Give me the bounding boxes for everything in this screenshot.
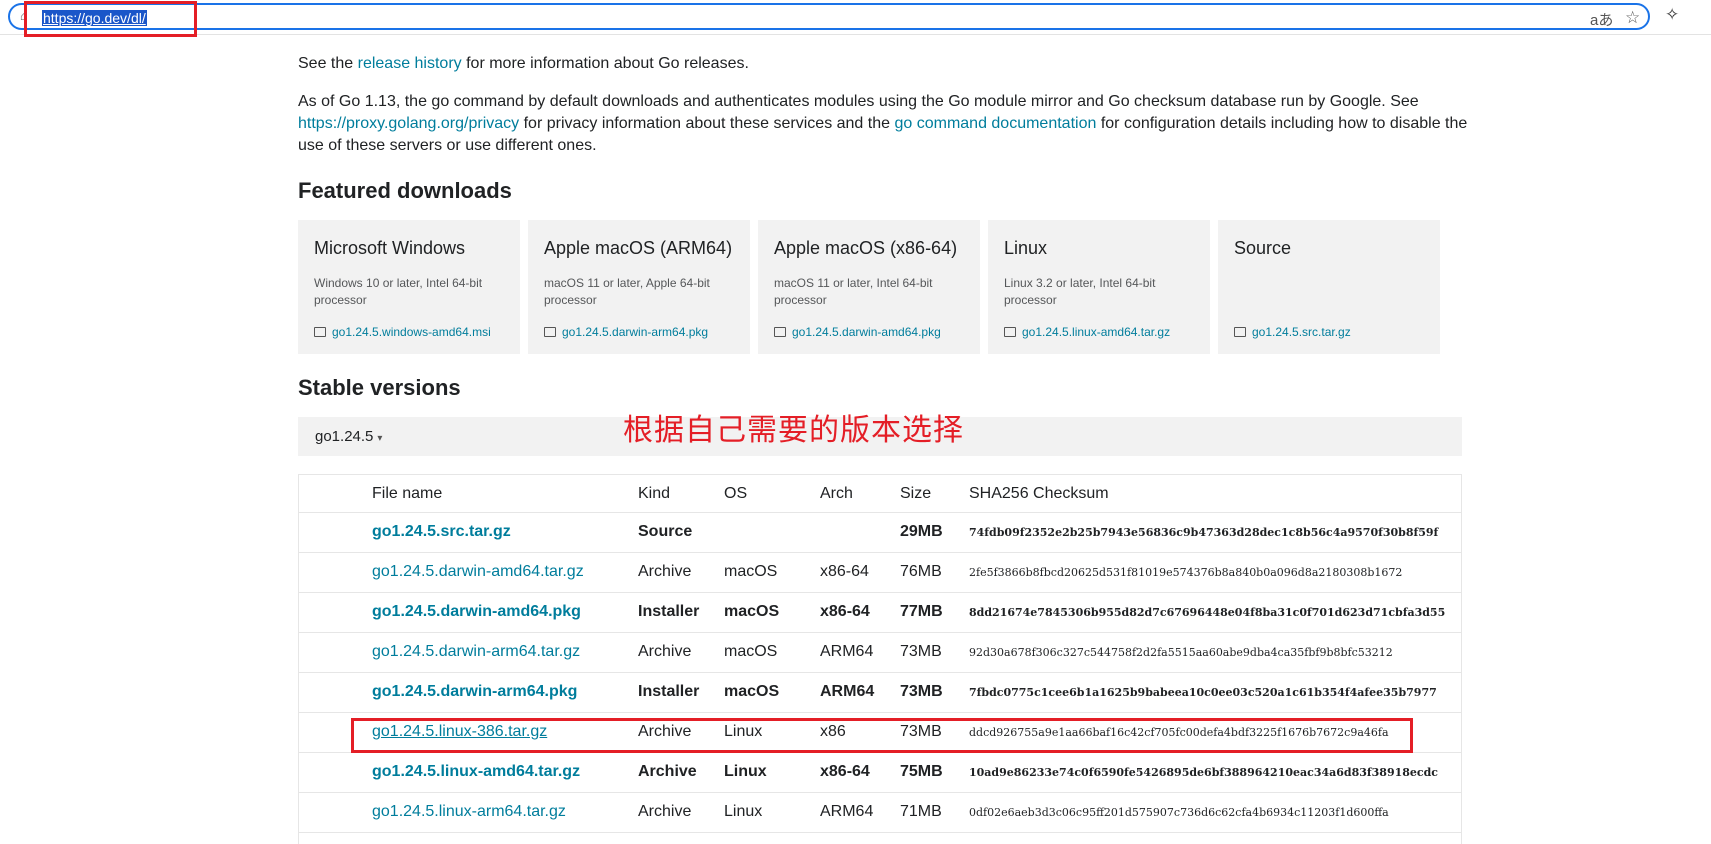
card-desc: Linux 3.2 or later, Intel 64-bit process…	[1004, 276, 1156, 307]
col-header-kind: Kind	[638, 485, 671, 502]
card-title: Apple macOS (ARM64)	[544, 238, 733, 258]
arch-cell: ARM64	[820, 683, 875, 700]
arch-cell: x86-64	[820, 603, 870, 620]
download-icon	[314, 327, 326, 337]
url-highlight-box	[24, 1, 197, 37]
arch-cell: x86-64	[820, 563, 869, 580]
checksum-cell: 2fe5f3866b8fbcd20625d531f81019e574376b8a…	[969, 566, 1403, 579]
annotation-text: 根据自己需要的版本选择	[623, 413, 964, 448]
card-file-link[interactable]: go1.24.5.src.tar.gz	[1234, 325, 1351, 339]
os-cell: macOS	[724, 603, 780, 620]
file-link[interactable]: go1.24.5.darwin-amd64.tar.gz	[372, 563, 584, 581]
file-link[interactable]: go1.24.5.darwin-amd64.pkg	[372, 603, 581, 621]
col-header-arch: Arch	[820, 485, 853, 502]
stable-versions-heading: Stable versions	[298, 375, 461, 400]
table-row: go1.24.5.darwin-arm64.tar.gz Archive mac…	[299, 633, 1461, 673]
featured-card-source[interactable]: Source go1.24.5.src.tar.gz	[1218, 220, 1440, 354]
card-file-link[interactable]: go1.24.5.windows-amd64.msi	[314, 325, 491, 339]
size-cell: 29MB	[900, 523, 943, 540]
featured-card-macos-arm64[interactable]: Apple macOS (ARM64) macOS 11 or later, A…	[528, 220, 750, 354]
version-label[interactable]: go1.24.5 ▾	[315, 428, 382, 445]
file-link[interactable]: go1.24.5.linux-amd64.tar.gz	[372, 763, 580, 781]
address-bar[interactable]: ⌂ https://go.dev/dl/ aあ ☆	[8, 3, 1650, 30]
card-desc: macOS 11 or later, Intel 64-bit processo…	[774, 276, 933, 307]
row-highlight-box	[351, 718, 1413, 753]
download-icon	[1234, 327, 1246, 337]
download-icon	[774, 327, 786, 337]
col-header-size: Size	[900, 485, 932, 502]
card-file-link[interactable]: go1.24.5.darwin-amd64.pkg	[774, 325, 941, 339]
size-cell: 76MB	[900, 563, 942, 580]
table-row: go1.24.5.src.tar.gz Source 29MB 74fdb09f…	[299, 513, 1461, 553]
release-history-note: See the release history for more informa…	[298, 55, 749, 72]
caret-down-icon: ▾	[377, 433, 383, 444]
kind-cell: Installer	[638, 603, 700, 620]
kind-cell: Archive	[638, 763, 697, 780]
arch-cell: ARM64	[820, 803, 874, 820]
card-file-link[interactable]: go1.24.5.linux-amd64.tar.gz	[1004, 325, 1170, 339]
download-icon	[544, 327, 556, 337]
privacy-link[interactable]: https://proxy.golang.org/privacy	[298, 115, 519, 132]
file-link[interactable]: go1.24.5.linux-arm64.tar.gz	[372, 803, 566, 821]
card-title: Source	[1234, 238, 1292, 258]
extensions-icon[interactable]: ✧	[1665, 5, 1679, 25]
card-file-link[interactable]: go1.24.5.darwin-arm64.pkg	[544, 325, 708, 339]
card-title: Linux	[1004, 238, 1048, 258]
file-link[interactable]: go1.24.5.darwin-arm64.tar.gz	[372, 643, 580, 661]
size-cell: 75MB	[900, 763, 943, 780]
os-cell: macOS	[724, 643, 778, 660]
table-row: go1.24.5.linux-amd64.tar.gz Archive Linu…	[299, 753, 1461, 793]
download-icon	[1004, 327, 1016, 337]
table-header-row: File name Kind OS Arch Size SHA256 Check…	[299, 475, 1461, 513]
featured-card-windows[interactable]: Microsoft Windows Windows 10 or later, I…	[298, 220, 520, 354]
browser-toolbar: ⌂ https://go.dev/dl/ aあ ☆ ✧	[0, 0, 1711, 35]
size-cell: 73MB	[900, 683, 943, 700]
checksum-cell: 7fbdc0775c1cee6b1a1625b9babeea10c0ee03c5…	[969, 686, 1437, 699]
favorite-star-icon[interactable]: ☆	[1625, 8, 1640, 28]
table-row: go1.24.5.darwin-amd64.pkg Installer macO…	[299, 593, 1461, 633]
kind-cell: Archive	[638, 563, 692, 580]
os-cell: macOS	[724, 683, 780, 700]
table-row: go1.24.5.linux-arm64.tar.gz Archive Linu…	[299, 793, 1461, 833]
col-header-checksum: SHA256 Checksum	[969, 485, 1109, 502]
featured-card-linux[interactable]: Linux Linux 3.2 or later, Intel 64-bit p…	[988, 220, 1210, 354]
checksum-cell: 10ad9e86233e74c0f6590fe5426895de6bf38896…	[969, 766, 1439, 779]
table-row: go1.24.5.darwin-amd64.tar.gz Archive mac…	[299, 553, 1461, 593]
kind-cell: Installer	[638, 683, 700, 700]
arch-cell: ARM64	[820, 643, 874, 660]
checksum-cell: 74fdb09f2352e2b25b7943e56836c9b47363d28d…	[969, 526, 1439, 539]
module-mirror-note: As of Go 1.13, the go command by default…	[298, 93, 1468, 154]
size-cell: 73MB	[900, 643, 942, 660]
checksum-cell: 0df02e6aeb3d3c06c95ff201d575907c736d6c62…	[969, 806, 1389, 819]
checksum-cell: 92d30a678f306c327c544758f2d2fa5515aa60ab…	[969, 646, 1393, 659]
col-header-file: File name	[372, 485, 443, 502]
kind-cell: Archive	[638, 643, 692, 660]
downloads-table: File name Kind OS Arch Size SHA256 Check…	[298, 474, 1462, 844]
checksum-cell: 8dd21674e7845306b955d82d7c67696448e04f8b…	[969, 606, 1446, 619]
size-cell: 77MB	[900, 603, 943, 620]
featured-card-macos-x86-64[interactable]: Apple macOS (x86-64) macOS 11 or later, …	[758, 220, 980, 354]
size-cell: 71MB	[900, 803, 942, 820]
featured-downloads-heading: Featured downloads	[298, 178, 512, 203]
card-desc: Windows 10 or later, Intel 64-bit proces…	[314, 276, 483, 307]
os-cell: Linux	[724, 763, 767, 780]
os-cell: macOS	[724, 563, 778, 580]
card-title: Microsoft Windows	[314, 238, 466, 258]
file-link[interactable]: go1.24.5.darwin-arm64.pkg	[372, 683, 577, 701]
kind-cell: Source	[638, 523, 693, 540]
read-aloud-icon[interactable]: aあ	[1590, 9, 1613, 30]
kind-cell: Archive	[638, 803, 692, 820]
go-command-doc-link[interactable]: go command documentation	[894, 115, 1096, 132]
file-link[interactable]: go1.24.5.src.tar.gz	[372, 523, 511, 541]
table-row: go1.24.5.darwin-arm64.pkg Installer macO…	[299, 673, 1461, 713]
card-desc: macOS 11 or later, Apple 64-bit processo…	[544, 276, 710, 307]
card-title: Apple macOS (x86-64)	[774, 238, 958, 258]
arch-cell: x86-64	[820, 763, 870, 780]
os-cell: Linux	[724, 803, 763, 820]
release-history-link[interactable]: release history	[358, 55, 462, 72]
col-header-os: OS	[724, 485, 748, 502]
